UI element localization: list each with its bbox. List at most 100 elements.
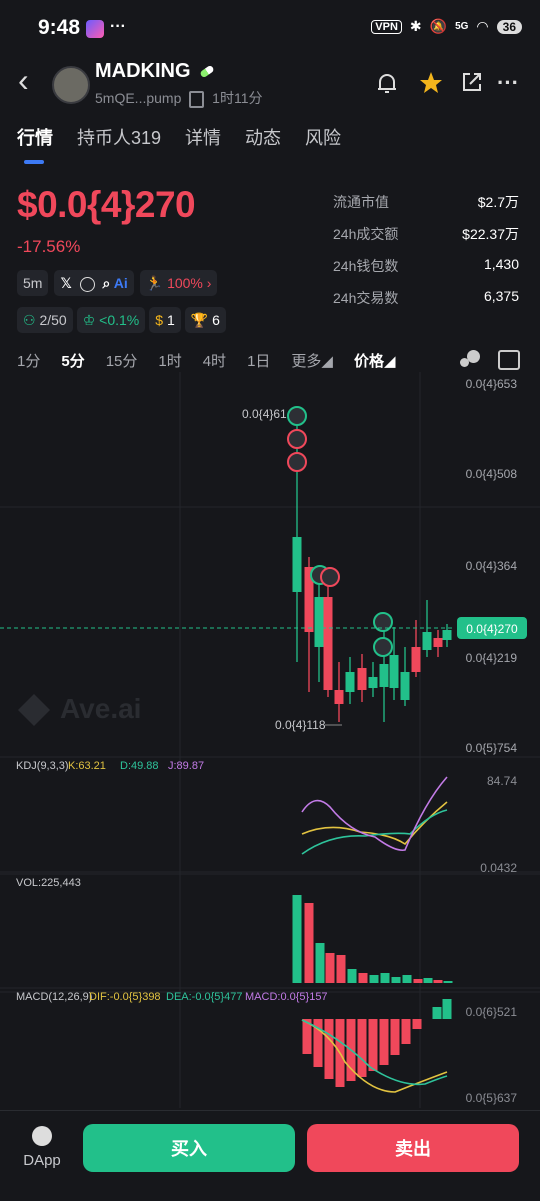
more-notifications-icon: ··· xyxy=(110,18,126,35)
pill-icon xyxy=(199,64,215,79)
token-name: MADKING xyxy=(95,60,215,83)
price-change: -17.56% xyxy=(17,237,81,256)
price-value: $0.0{4}270 xyxy=(17,184,196,225)
x-icon[interactable]: 𝕏 xyxy=(60,275,71,291)
tab-activity[interactable]: 动态 xyxy=(245,124,281,150)
battery-icon: 36 xyxy=(496,19,522,34)
tab-bar: 行情 持币人319 详情 动态 风险 xyxy=(17,124,341,150)
info-chips: 5m 𝕏 ⌕ Ai 🏃 100% › xyxy=(17,270,218,296)
macd-bar xyxy=(379,1019,389,1065)
tf-5m[interactable]: 5分 xyxy=(61,350,84,371)
buy-button[interactable]: 买入 xyxy=(83,1124,295,1172)
volume-bar xyxy=(402,975,412,983)
kdj-j-value: J:89.87 xyxy=(168,760,204,772)
macd-bar xyxy=(442,999,452,1019)
macd-dea-value: DEA:-0.0{5}477 xyxy=(166,991,242,1003)
tab-details[interactable]: 详情 xyxy=(185,124,221,150)
back-button[interactable]: ‹ xyxy=(18,64,29,96)
holders-chip[interactable]: ⚇ 2/50 xyxy=(17,307,73,333)
kdj-panel: KDJ(9,3,3) K:63.21 D:49.88 J:89.87 84.74 0.04… xyxy=(0,760,540,875)
tf-more[interactable]: 更多◢ xyxy=(291,350,333,371)
volume-bar xyxy=(325,953,335,983)
volume-bar xyxy=(315,943,325,983)
mute-icon: 🔕 xyxy=(429,18,448,34)
volume-bar xyxy=(413,979,423,983)
tf-1h[interactable]: 1时 xyxy=(158,350,181,371)
chart-settings-icon[interactable] xyxy=(498,350,520,370)
stat-market-cap: 流通市值 $2.7万 xyxy=(333,194,519,210)
trader-avatar-icon xyxy=(320,567,340,587)
token-age: 1时11分 xyxy=(212,90,263,106)
market-stats: 流通市值 $2.7万 24h成交额 $22.37万 24h钱包数 1,430 24h交… xyxy=(333,192,519,320)
macd-top-label: 0.0{6}521 xyxy=(466,1005,518,1019)
tf-4h[interactable]: 4时 xyxy=(203,350,226,371)
y-tick-label: 0.0{4}508 xyxy=(466,467,518,481)
candle-body xyxy=(422,632,432,650)
macd-bottom-label: 0.0{5}637 xyxy=(466,1091,518,1105)
candle-body xyxy=(433,638,443,647)
macd-label: MACD(12,26,9) xyxy=(16,991,92,1003)
candle-body xyxy=(334,690,344,704)
candle-body xyxy=(323,597,333,690)
more-icon[interactable]: ··· xyxy=(497,70,519,96)
sell-button[interactable]: 卖出 xyxy=(307,1124,519,1172)
kdj-label: KDJ(9,3,3) xyxy=(16,760,69,772)
user-icon: ⚇ xyxy=(23,312,36,328)
interval-chip[interactable]: 5m xyxy=(17,270,49,296)
volume-panel: VOL:225,443 xyxy=(0,877,540,989)
sniper-chip[interactable]: 🏃 100% › xyxy=(139,270,218,296)
kdj-bottom-label: 0.0432 xyxy=(480,861,517,875)
website-icon[interactable] xyxy=(79,276,95,292)
trader-avatar-icon xyxy=(287,406,307,426)
timeframe-bar: 1分 5分 15分 1时 4时 1日 更多◢ 价格◢ xyxy=(17,350,396,371)
volume-bar xyxy=(292,895,302,983)
signal-icon: 5G xyxy=(455,21,469,32)
trophy-chip[interactable]: 🏆 6 xyxy=(184,307,226,333)
wifi-icon: ◠ xyxy=(476,18,489,34)
money-chip[interactable]: $ 1 xyxy=(149,307,181,333)
tab-market[interactable]: 行情 xyxy=(17,124,53,150)
current-price-label: 0.0{4}270 xyxy=(466,622,518,636)
search-icon[interactable]: ⌕ xyxy=(103,275,111,291)
tab-risk[interactable]: 风险 xyxy=(305,124,341,150)
trader-avatar-icon xyxy=(287,429,307,449)
tf-15m[interactable]: 15分 xyxy=(106,350,138,371)
macd-dif-value: DIF:-0.0{5}398 xyxy=(89,991,161,1003)
tf-price[interactable]: 价格◢ xyxy=(354,350,396,371)
tf-1d[interactable]: 1日 xyxy=(247,350,270,371)
macd-bar xyxy=(412,1019,422,1029)
star-icon[interactable] xyxy=(418,70,444,96)
ai-icon[interactable]: Ai xyxy=(114,275,128,291)
candle-body xyxy=(314,597,324,647)
status-icons: VPN ✱ 🔕 5G ◠ 36 xyxy=(371,18,522,35)
active-tab-indicator xyxy=(24,160,44,164)
candle-body xyxy=(368,677,378,688)
token-address: 5mQE...pump 1时11分 xyxy=(95,90,263,108)
kdj-j-line xyxy=(301,776,448,852)
stat-volume: 24h成交额 $22.37万 xyxy=(333,226,519,242)
stat-wallets: 24h钱包数 1,430 xyxy=(333,256,519,274)
macd-bar xyxy=(357,1019,367,1077)
low-price-label: 0.0{4}118 xyxy=(275,718,326,732)
candle-body xyxy=(411,647,421,672)
status-bar: 9:48 ··· VPN ✱ 🔕 5G ◠ 36 xyxy=(0,0,540,60)
links-chip: 𝕏 ⌕ Ai xyxy=(54,270,134,296)
dapp-button[interactable]: DApp xyxy=(22,1126,62,1169)
y-tick-label: 0.0{4}219 xyxy=(466,651,518,665)
trader-markers xyxy=(287,406,393,657)
tf-1m[interactable]: 1分 xyxy=(17,350,40,371)
money-bag-icon: $ xyxy=(155,312,164,328)
dev-chip[interactable]: ♔ <0.1% xyxy=(76,307,146,333)
y-tick-label: 0.0{4}653 xyxy=(466,377,518,391)
indicator-toggle-icon[interactable] xyxy=(460,350,482,368)
watermark-text: Ave.ai xyxy=(60,693,141,724)
chef-icon: ♔ xyxy=(82,312,96,328)
bell-icon[interactable] xyxy=(374,70,400,96)
price-chart[interactable]: Ave.ai 0.0{4}653 0.0{4}508 0.0{4}364 0.0{4}… xyxy=(0,372,540,1112)
share-icon[interactable] xyxy=(460,70,484,94)
volume-bar xyxy=(380,973,390,983)
copy-icon[interactable] xyxy=(189,90,205,108)
tab-holders[interactable]: 持币人319 xyxy=(77,124,161,150)
volume-bar xyxy=(369,975,379,983)
volume-bar xyxy=(304,903,314,983)
